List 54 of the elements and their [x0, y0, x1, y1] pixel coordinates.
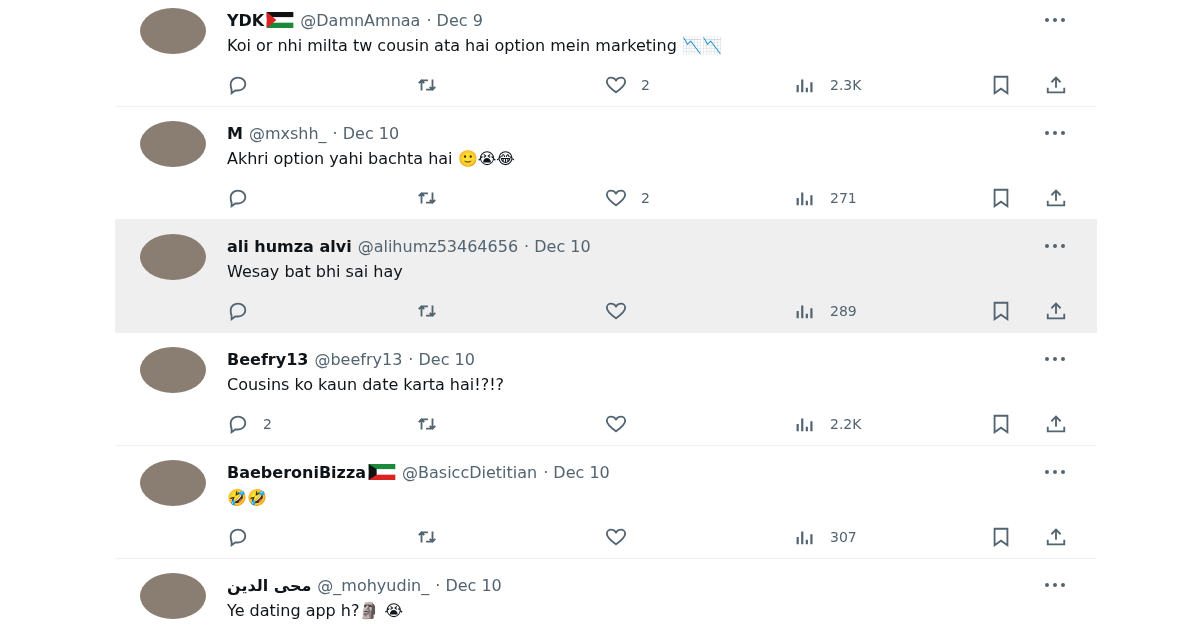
user-handle[interactable]: @DamnAmnaa — [300, 10, 421, 30]
heart-icon[interactable] — [605, 187, 627, 209]
user-handle[interactable]: @BasiccDietitian — [402, 462, 538, 482]
display-name[interactable]: M — [227, 123, 243, 143]
post-date[interactable]: · Dec 10 — [543, 462, 610, 482]
post-date[interactable]: · Dec 9 — [426, 10, 483, 30]
display-name[interactable]: Beefry13 — [227, 349, 309, 369]
more-icon[interactable] — [1043, 16, 1067, 24]
like-count: 2 — [641, 77, 650, 93]
reply-icon[interactable] — [227, 187, 249, 209]
more-icon[interactable] — [1043, 242, 1067, 250]
view-count: 289 — [830, 303, 857, 319]
reply-icon[interactable] — [227, 300, 249, 322]
view-count: 271 — [830, 190, 857, 206]
heart-icon[interactable] — [605, 74, 627, 96]
reply-text: Akhri option yahi bachta hai 🙂😭😂 — [227, 149, 516, 170]
more-icon[interactable] — [1043, 468, 1067, 476]
view-count: 2.3K — [830, 77, 862, 93]
more-icon[interactable] — [1043, 129, 1067, 137]
user-handle[interactable]: @mxshh_ — [248, 123, 327, 143]
display-name[interactable]: YDK — [227, 10, 265, 30]
more-icon[interactable] — [1043, 581, 1067, 589]
like-count: 2 — [641, 190, 650, 206]
user-handle[interactable]: @_mohyudin_ — [317, 575, 430, 595]
share-icon[interactable] — [1045, 74, 1067, 96]
share-icon[interactable] — [1045, 526, 1067, 548]
share-icon[interactable] — [1045, 413, 1067, 435]
heart-icon[interactable] — [605, 413, 627, 435]
view-count: 307 — [830, 529, 857, 545]
reply-text: Wesay bat bhi sai hay — [227, 262, 404, 283]
heart-icon[interactable] — [605, 300, 627, 322]
user-handle[interactable]: @alihumz53464656 — [357, 236, 519, 256]
post-date[interactable]: · Dec 10 — [524, 236, 591, 256]
post-date[interactable]: · Dec 10 — [435, 575, 502, 595]
view-count: 2.2K — [830, 416, 862, 432]
more-icon[interactable] — [1043, 355, 1067, 363]
post-date[interactable]: · Dec 10 — [408, 349, 475, 369]
share-icon[interactable] — [1045, 187, 1067, 209]
reply-icon[interactable] — [227, 413, 249, 435]
reply-text: Ye dating app h?🗿 😭 — [227, 601, 405, 622]
post-date[interactable]: · Dec 10 — [332, 123, 400, 143]
reply-text: Cousins ko kaun date karta hai!?!? — [227, 375, 506, 396]
heart-icon[interactable] — [605, 526, 627, 548]
reply-card[interactable]: ali humza alvi @alihumz53464656 · Dec 10 Wesay bat bhi sai hay 289 — [115, 220, 1097, 333]
reply-text: Koi or nhi milta tw cousin ata hai option mein marketing 📉📉 — [227, 36, 723, 57]
share-icon[interactable] — [1045, 300, 1067, 322]
reply-text: 🤣🤣 — [227, 488, 268, 509]
display-name[interactable]: BaeberoniBizza — [227, 462, 366, 482]
display-name[interactable]: محی الدین — [227, 575, 312, 595]
reply-icon[interactable] — [227, 526, 249, 548]
display-name[interactable]: ali humza alvi — [227, 236, 352, 256]
user-handle[interactable]: @beefry13 — [314, 349, 403, 369]
reply-count: 2 — [263, 416, 272, 432]
reply-icon[interactable] — [227, 74, 249, 96]
